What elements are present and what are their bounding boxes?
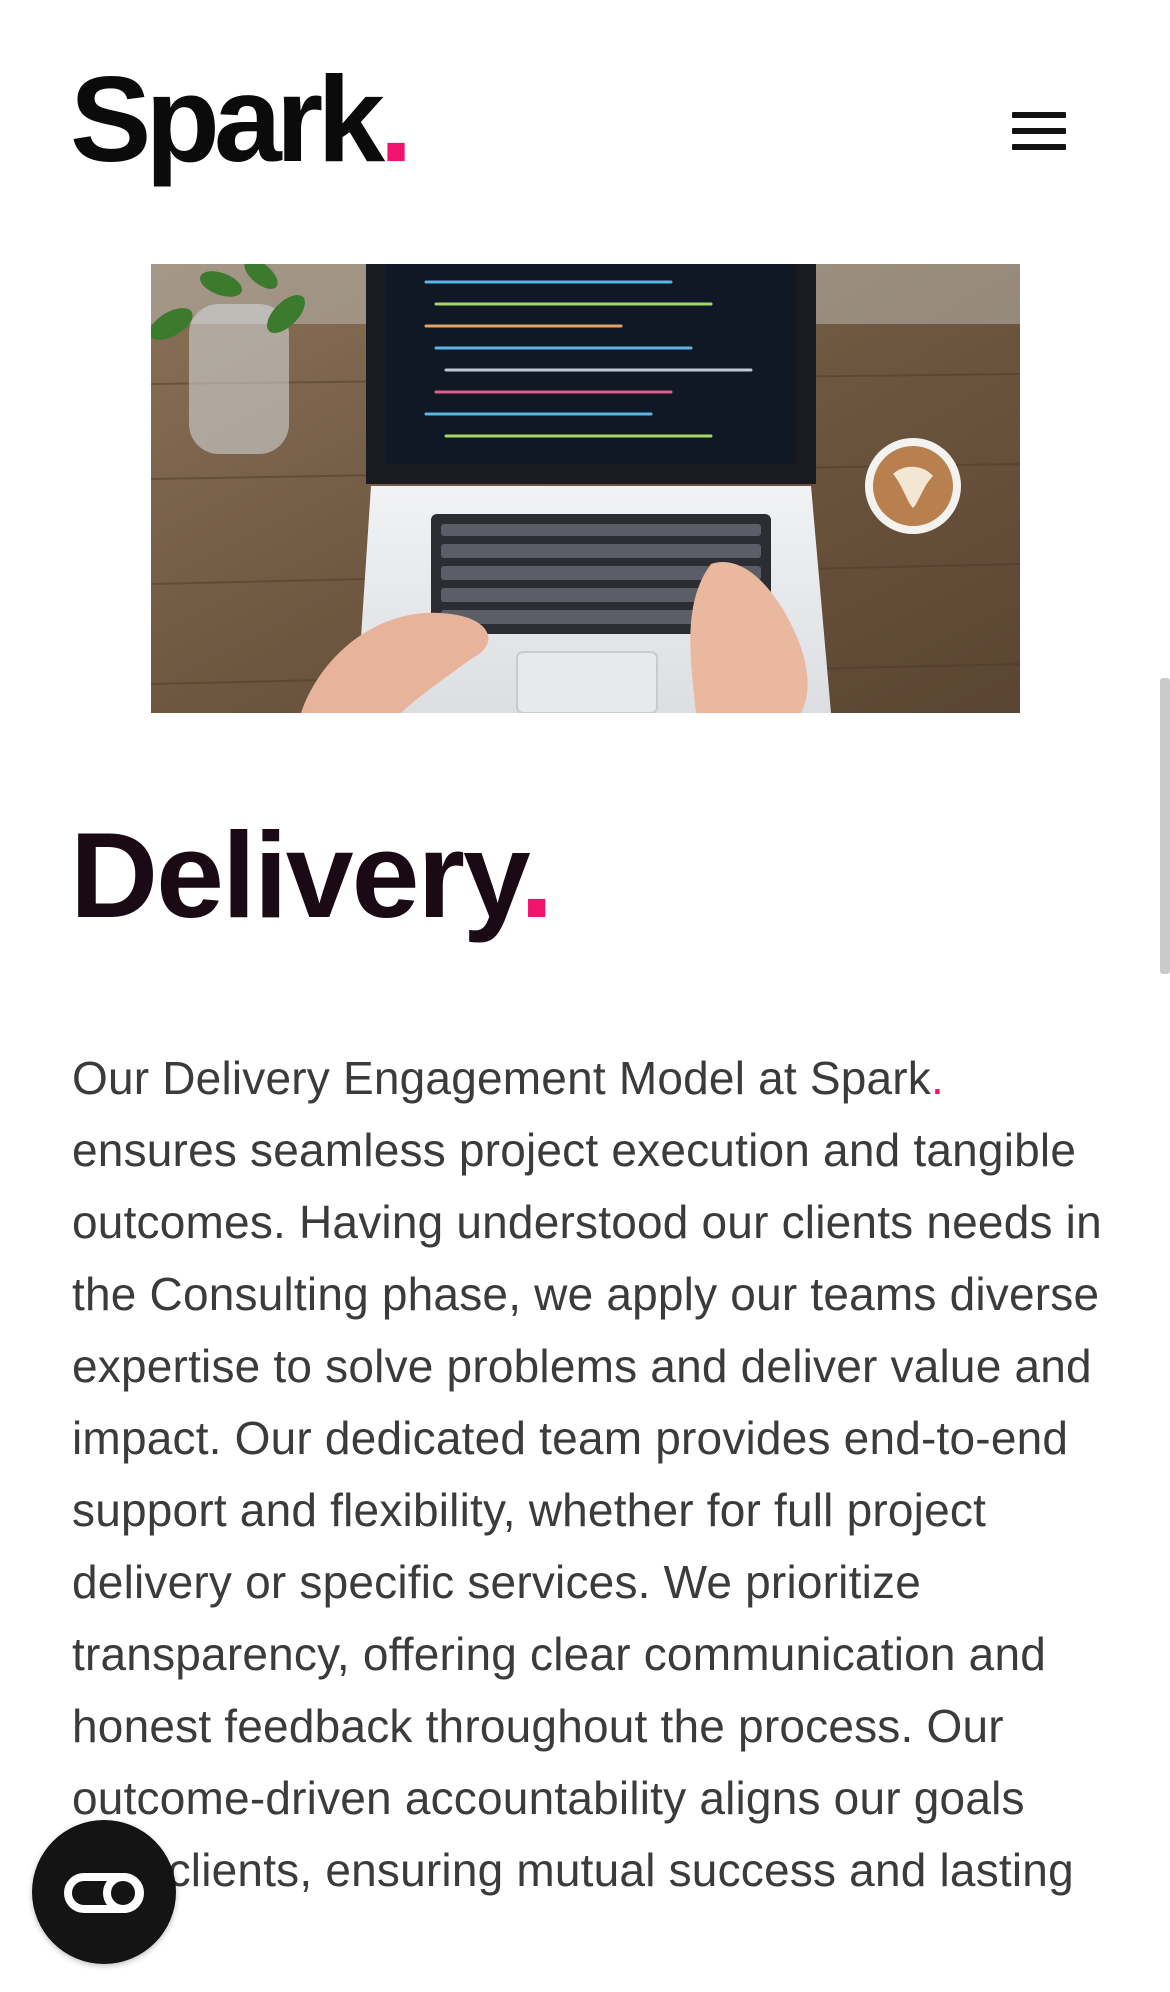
section-title: Delivery.: [70, 807, 554, 943]
body-accent-dot: .: [931, 1052, 944, 1104]
logo-dot: .: [379, 51, 413, 187]
hamburger-menu-icon[interactable]: [1008, 112, 1068, 154]
laptop-desk-photo-icon: [151, 264, 1020, 713]
page: Spark. Delivery. Our Delivery Engagement…: [0, 0, 1170, 1992]
menu-bar: [1012, 144, 1066, 150]
body-text-start: Our Delivery Engagement Model at Spark: [72, 1052, 932, 1104]
title-dot: .: [519, 807, 554, 943]
toggle-switch-button[interactable]: [32, 1820, 176, 1964]
spark-logo[interactable]: Spark.: [70, 58, 413, 180]
logo-text: Spark: [70, 51, 385, 187]
body-text-rest: ensures seamless project execution and t…: [72, 1124, 1102, 1896]
site-header: Spark.: [0, 0, 1170, 220]
hero-image: [151, 264, 1020, 713]
section-body: Our Delivery Engagement Model at Spark. …: [72, 1042, 1102, 1906]
title-text: Delivery: [70, 807, 522, 943]
menu-bar: [1012, 128, 1066, 134]
toggle-switch-icon: [64, 1873, 144, 1913]
scrollbar-thumb[interactable]: [1160, 678, 1170, 974]
menu-bar: [1012, 112, 1066, 118]
